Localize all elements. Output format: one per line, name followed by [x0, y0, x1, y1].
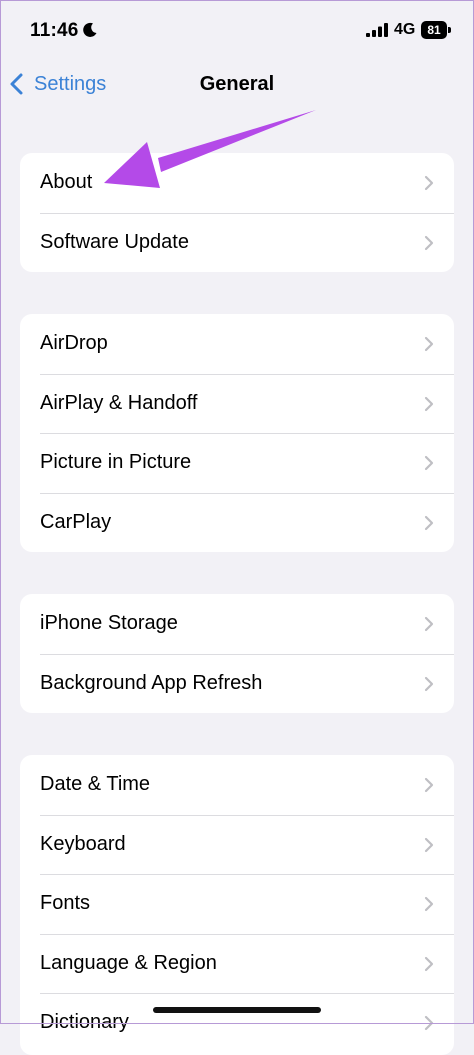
chevron-right-icon	[424, 777, 434, 793]
status-time: 11:46	[30, 20, 79, 41]
chevron-right-icon	[424, 175, 434, 191]
settings-row-about[interactable]: About	[20, 153, 454, 213]
network-type: 4G	[394, 21, 416, 38]
row-label: Software Update	[40, 230, 189, 253]
chevron-right-icon	[424, 336, 434, 352]
status-bar: 11:46 4G 81	[0, 0, 474, 56]
chevron-right-icon	[424, 396, 434, 411]
settings-row-date-time[interactable]: Date & Time	[20, 755, 454, 815]
chevron-right-icon	[424, 1015, 434, 1031]
row-label: Date & Time	[40, 773, 151, 796]
row-label: iPhone Storage	[40, 612, 178, 635]
settings-row-iphone-storage[interactable]: iPhone Storage	[20, 594, 454, 654]
settings-row-airplay-handoff[interactable]: AirPlay & Handoff	[20, 373, 454, 434]
battery-cap	[448, 27, 451, 33]
settings-row-keyboard[interactable]: Keyboard	[20, 814, 454, 875]
settings-row-language-region[interactable]: Language & Region	[20, 933, 454, 994]
chevron-right-icon	[424, 837, 434, 852]
row-label: Background App Refresh	[40, 671, 263, 694]
row-label: Dictionary	[40, 1011, 129, 1034]
home-indicator	[153, 1007, 321, 1013]
settings-row-dictionary[interactable]: Dictionary	[20, 993, 454, 1053]
page-title: General	[199, 73, 275, 95]
settings-row-picture-in-picture[interactable]: Picture in Picture	[20, 433, 454, 493]
moon-icon	[83, 22, 97, 37]
row-label: About	[40, 171, 93, 194]
chevron-right-icon	[424, 235, 434, 250]
battery-level: 81	[421, 21, 447, 39]
chevron-right-icon	[424, 455, 434, 471]
settings-group-1: About Software Update	[20, 153, 454, 272]
signal-icon	[366, 23, 388, 37]
row-label: Fonts	[40, 892, 91, 915]
chevron-right-icon	[424, 616, 434, 632]
battery-icon: 81	[421, 21, 451, 39]
settings-row-airdrop[interactable]: AirDrop	[20, 314, 454, 374]
chevron-right-icon	[424, 896, 434, 912]
row-label: Language & Region	[40, 951, 217, 974]
chevron-right-icon	[424, 676, 434, 691]
row-label: Picture in Picture	[40, 451, 192, 474]
chevron-right-icon	[424, 956, 434, 971]
settings-row-fonts[interactable]: Fonts	[20, 874, 454, 934]
settings-row-software-update[interactable]: Software Update	[20, 212, 454, 273]
row-label: Keyboard	[40, 832, 126, 855]
settings-row-background-app-refresh[interactable]: Background App Refresh	[20, 653, 454, 714]
navigation-bar: Settings General	[0, 56, 474, 112]
row-label: AirPlay & Handoff	[40, 391, 198, 414]
row-label: AirDrop	[40, 332, 108, 355]
settings-row-carplay[interactable]: CarPlay	[20, 492, 454, 553]
row-label: CarPlay	[40, 510, 112, 533]
chevron-right-icon	[424, 515, 434, 530]
settings-group-2: AirDrop AirPlay & Handoff Picture in Pic…	[20, 314, 454, 552]
settings-group-3: iPhone Storage Background App Refresh	[20, 594, 454, 713]
